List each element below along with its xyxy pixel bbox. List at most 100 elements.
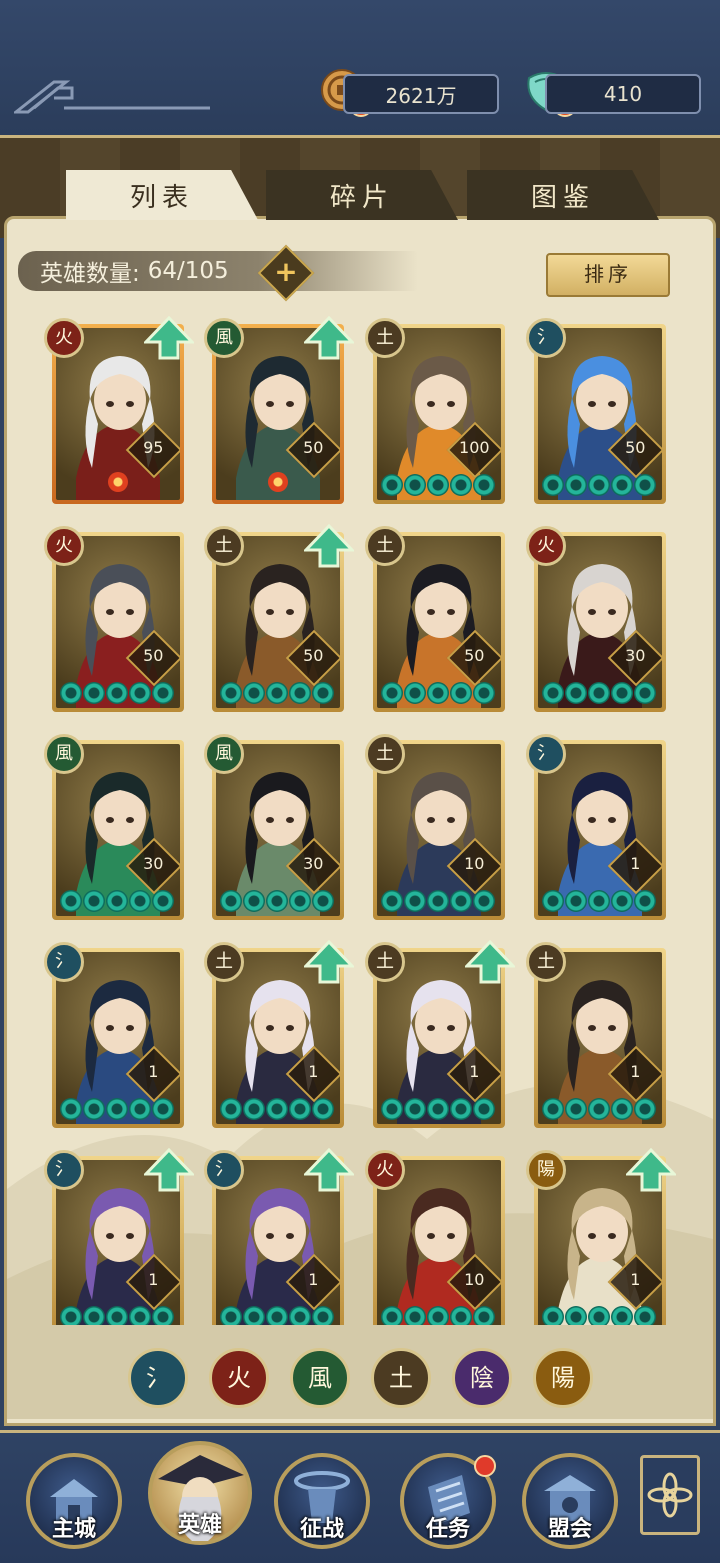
upgrade-arrow-icon — [626, 1148, 676, 1192]
nav-alliance[interactable]: 盟会 — [522, 1453, 618, 1549]
jade-star-icon — [129, 682, 151, 704]
jade-star-icon — [588, 1098, 610, 1120]
filter-wind[interactable]: 風 — [290, 1348, 350, 1408]
jade-star-icon — [542, 1306, 564, 1325]
star-rating — [60, 1306, 176, 1325]
jade-star-icon — [106, 890, 128, 912]
upgrade-arrow-icon — [144, 316, 194, 360]
jade-star-icon — [243, 682, 265, 704]
filter-yin[interactable]: 陰 — [452, 1348, 512, 1408]
hero-level: 30 — [143, 853, 164, 873]
star-rating — [381, 474, 497, 496]
upgrade-arrow-icon — [465, 940, 515, 984]
upgrade-arrow-icon — [304, 316, 354, 360]
jade-star-icon — [60, 682, 82, 704]
element-badge-fire: 火 — [44, 318, 84, 358]
jade-star-icon — [220, 1098, 242, 1120]
jade-star-icon — [404, 682, 426, 704]
jade-star-icon — [427, 1306, 449, 1325]
element-badge-fire: 火 — [526, 526, 566, 566]
jade-star-icon — [289, 1306, 311, 1325]
element-badge-earth: 土 — [365, 318, 405, 358]
element-badge-earth: 土 — [365, 526, 405, 566]
jade-star-icon — [404, 1098, 426, 1120]
nav-main-city-label: 主城 — [51, 1517, 96, 1542]
jade-star-icon — [565, 890, 587, 912]
jade-star-icon — [588, 474, 610, 496]
jade-star-icon — [106, 1306, 128, 1325]
jade-star-icon — [266, 682, 288, 704]
gem-amount: 410 — [603, 82, 643, 106]
jade-star-icon — [152, 890, 174, 912]
hero-level: 30 — [303, 853, 324, 873]
hero-level: 1 — [630, 853, 641, 873]
jade-star-icon — [634, 1098, 656, 1120]
element-badge-water: 氵 — [526, 318, 566, 358]
nav-campaign[interactable]: 征战 — [274, 1453, 370, 1549]
tab-fragments[interactable]: 碎片 — [266, 170, 458, 220]
star-rating — [381, 1098, 497, 1120]
jade-star-icon — [381, 1306, 403, 1325]
jade-star-icon — [611, 1306, 633, 1325]
jade-star-icon — [565, 1306, 587, 1325]
sort-button[interactable]: 排序 — [546, 253, 670, 297]
jade-star-icon — [404, 890, 426, 912]
tab-list[interactable]: 列表 — [66, 170, 258, 220]
jade-star-icon — [634, 682, 656, 704]
tab-codex-label: 图鉴 — [530, 182, 595, 213]
hero-count-label: 英雄数量: — [40, 261, 140, 287]
jade-star-icon — [83, 682, 105, 704]
more-menu-button[interactable] — [640, 1455, 700, 1535]
jade-star-icon — [565, 474, 587, 496]
bottom-navigation: 主城 英雄 征战 任务 盟会 — [0, 1430, 720, 1563]
element-badge-wind: 風 — [44, 734, 84, 774]
filter-earth[interactable]: 土 — [371, 1348, 431, 1408]
upgrade-arrow-icon — [144, 1148, 194, 1192]
jade-star-icon — [83, 1098, 105, 1120]
star-rating — [60, 682, 176, 704]
nav-main-city[interactable]: 主城 — [26, 1453, 122, 1549]
hero-level: 1 — [308, 1269, 319, 1289]
tab-fragments-label: 碎片 — [329, 182, 394, 213]
hero-count-bar: 英雄数量: 64/105 — [18, 251, 418, 291]
hero-grid: 95 火 50 風 100 土 50 氵 50 火 50 土 50 土 30 火 30 風 30 風 10 土 1 氵 1 氵 1 土… — [0, 300, 720, 1325]
jade-star-icon — [312, 682, 334, 704]
jade-star-icon — [611, 682, 633, 704]
filter-yang[interactable]: 陽 — [533, 1348, 593, 1408]
notification-dot — [474, 1455, 496, 1477]
filter-fire[interactable]: 火 — [209, 1348, 269, 1408]
hero-level: 1 — [469, 1061, 480, 1081]
jade-star-icon — [542, 890, 564, 912]
hero-level: 100 — [459, 437, 490, 457]
awakening-orb-icon — [268, 472, 288, 492]
element-badge-earth: 土 — [365, 734, 405, 774]
jade-star-icon — [611, 1098, 633, 1120]
jade-star-icon — [634, 890, 656, 912]
hero-level: 1 — [148, 1269, 159, 1289]
upgrade-arrow-icon — [304, 1148, 354, 1192]
jade-star-icon — [266, 1306, 288, 1325]
flower-menu-icon — [647, 1472, 693, 1518]
tab-codex[interactable]: 图鉴 — [467, 170, 659, 220]
element-badge-earth: 土 — [204, 942, 244, 982]
jade-star-icon — [289, 890, 311, 912]
nav-heroes[interactable]: 英雄 — [148, 1441, 252, 1545]
element-badge-fire: 火 — [44, 526, 84, 566]
star-rating — [220, 1098, 336, 1120]
element-badge-yang: 陽 — [526, 1150, 566, 1190]
jade-star-icon — [450, 1306, 472, 1325]
hero-level: 50 — [625, 437, 646, 457]
jade-star-icon — [542, 1098, 564, 1120]
star-rating — [220, 1306, 336, 1325]
hero-level: 1 — [308, 1061, 319, 1081]
filter-water[interactable]: 氵 — [128, 1348, 188, 1408]
cloud-pattern-ornament — [14, 80, 210, 114]
jade-star-icon — [220, 890, 242, 912]
jade-star-icon — [129, 1306, 151, 1325]
jade-star-icon — [312, 890, 334, 912]
star-rating — [542, 890, 658, 912]
jade-star-icon — [427, 682, 449, 704]
jade-star-icon — [588, 682, 610, 704]
jade-star-icon — [266, 1098, 288, 1120]
nav-quests[interactable]: 任务 — [400, 1453, 496, 1549]
